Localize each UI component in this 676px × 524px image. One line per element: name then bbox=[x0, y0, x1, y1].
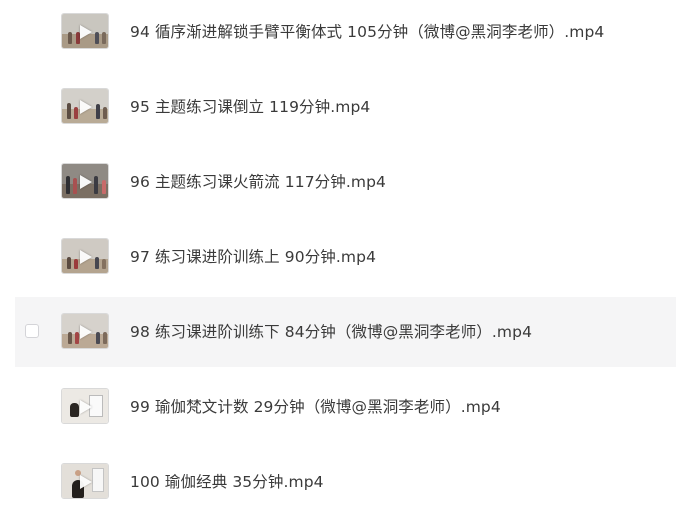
file-name[interactable]: 95 主题练习课倒立 119分钟.mp4 bbox=[130, 72, 370, 142]
video-thumbnail[interactable] bbox=[61, 163, 109, 199]
play-icon bbox=[80, 25, 92, 39]
video-thumbnail[interactable] bbox=[61, 463, 109, 499]
file-list: 94 循序渐进解锁手臂平衡体式 105分钟（微博@黑洞李老师）.mp4 95 主… bbox=[0, 0, 676, 524]
play-icon bbox=[80, 175, 92, 189]
file-row[interactable]: 97 练习课进阶训练上 90分钟.mp4 bbox=[15, 222, 676, 292]
file-name[interactable]: 99 瑜伽梵文计数 29分钟（微博@黑洞李老师）.mp4 bbox=[130, 372, 501, 442]
file-row[interactable]: 96 主题练习课火箭流 117分钟.mp4 bbox=[15, 147, 676, 217]
video-thumbnail[interactable] bbox=[61, 238, 109, 274]
file-row-hovered[interactable]: 98 练习课进阶训练下 84分钟（微博@黑洞李老师）.mp4 bbox=[15, 297, 676, 367]
play-icon bbox=[80, 475, 92, 489]
file-name[interactable]: 98 练习课进阶训练下 84分钟（微博@黑洞李老师）.mp4 bbox=[130, 297, 532, 367]
video-thumbnail[interactable] bbox=[61, 88, 109, 124]
file-row[interactable]: 100 瑜伽经典 35分钟.mp4 bbox=[15, 447, 676, 517]
file-name[interactable]: 100 瑜伽经典 35分钟.mp4 bbox=[130, 447, 324, 517]
video-thumbnail[interactable] bbox=[61, 13, 109, 49]
row-checkbox[interactable] bbox=[25, 324, 39, 338]
file-row[interactable]: 95 主题练习课倒立 119分钟.mp4 bbox=[15, 72, 676, 142]
file-name[interactable]: 94 循序渐进解锁手臂平衡体式 105分钟（微博@黑洞李老师）.mp4 bbox=[130, 0, 604, 67]
video-thumbnail[interactable] bbox=[61, 388, 109, 424]
video-thumbnail[interactable] bbox=[61, 313, 109, 349]
file-row[interactable]: 99 瑜伽梵文计数 29分钟（微博@黑洞李老师）.mp4 bbox=[15, 372, 676, 442]
file-name[interactable]: 97 练习课进阶训练上 90分钟.mp4 bbox=[130, 222, 376, 292]
file-row[interactable]: 94 循序渐进解锁手臂平衡体式 105分钟（微博@黑洞李老师）.mp4 bbox=[15, 0, 676, 67]
play-icon bbox=[80, 325, 92, 339]
file-name[interactable]: 96 主题练习课火箭流 117分钟.mp4 bbox=[130, 147, 386, 217]
play-icon bbox=[80, 400, 92, 414]
play-icon bbox=[80, 100, 92, 114]
play-icon bbox=[80, 250, 92, 264]
